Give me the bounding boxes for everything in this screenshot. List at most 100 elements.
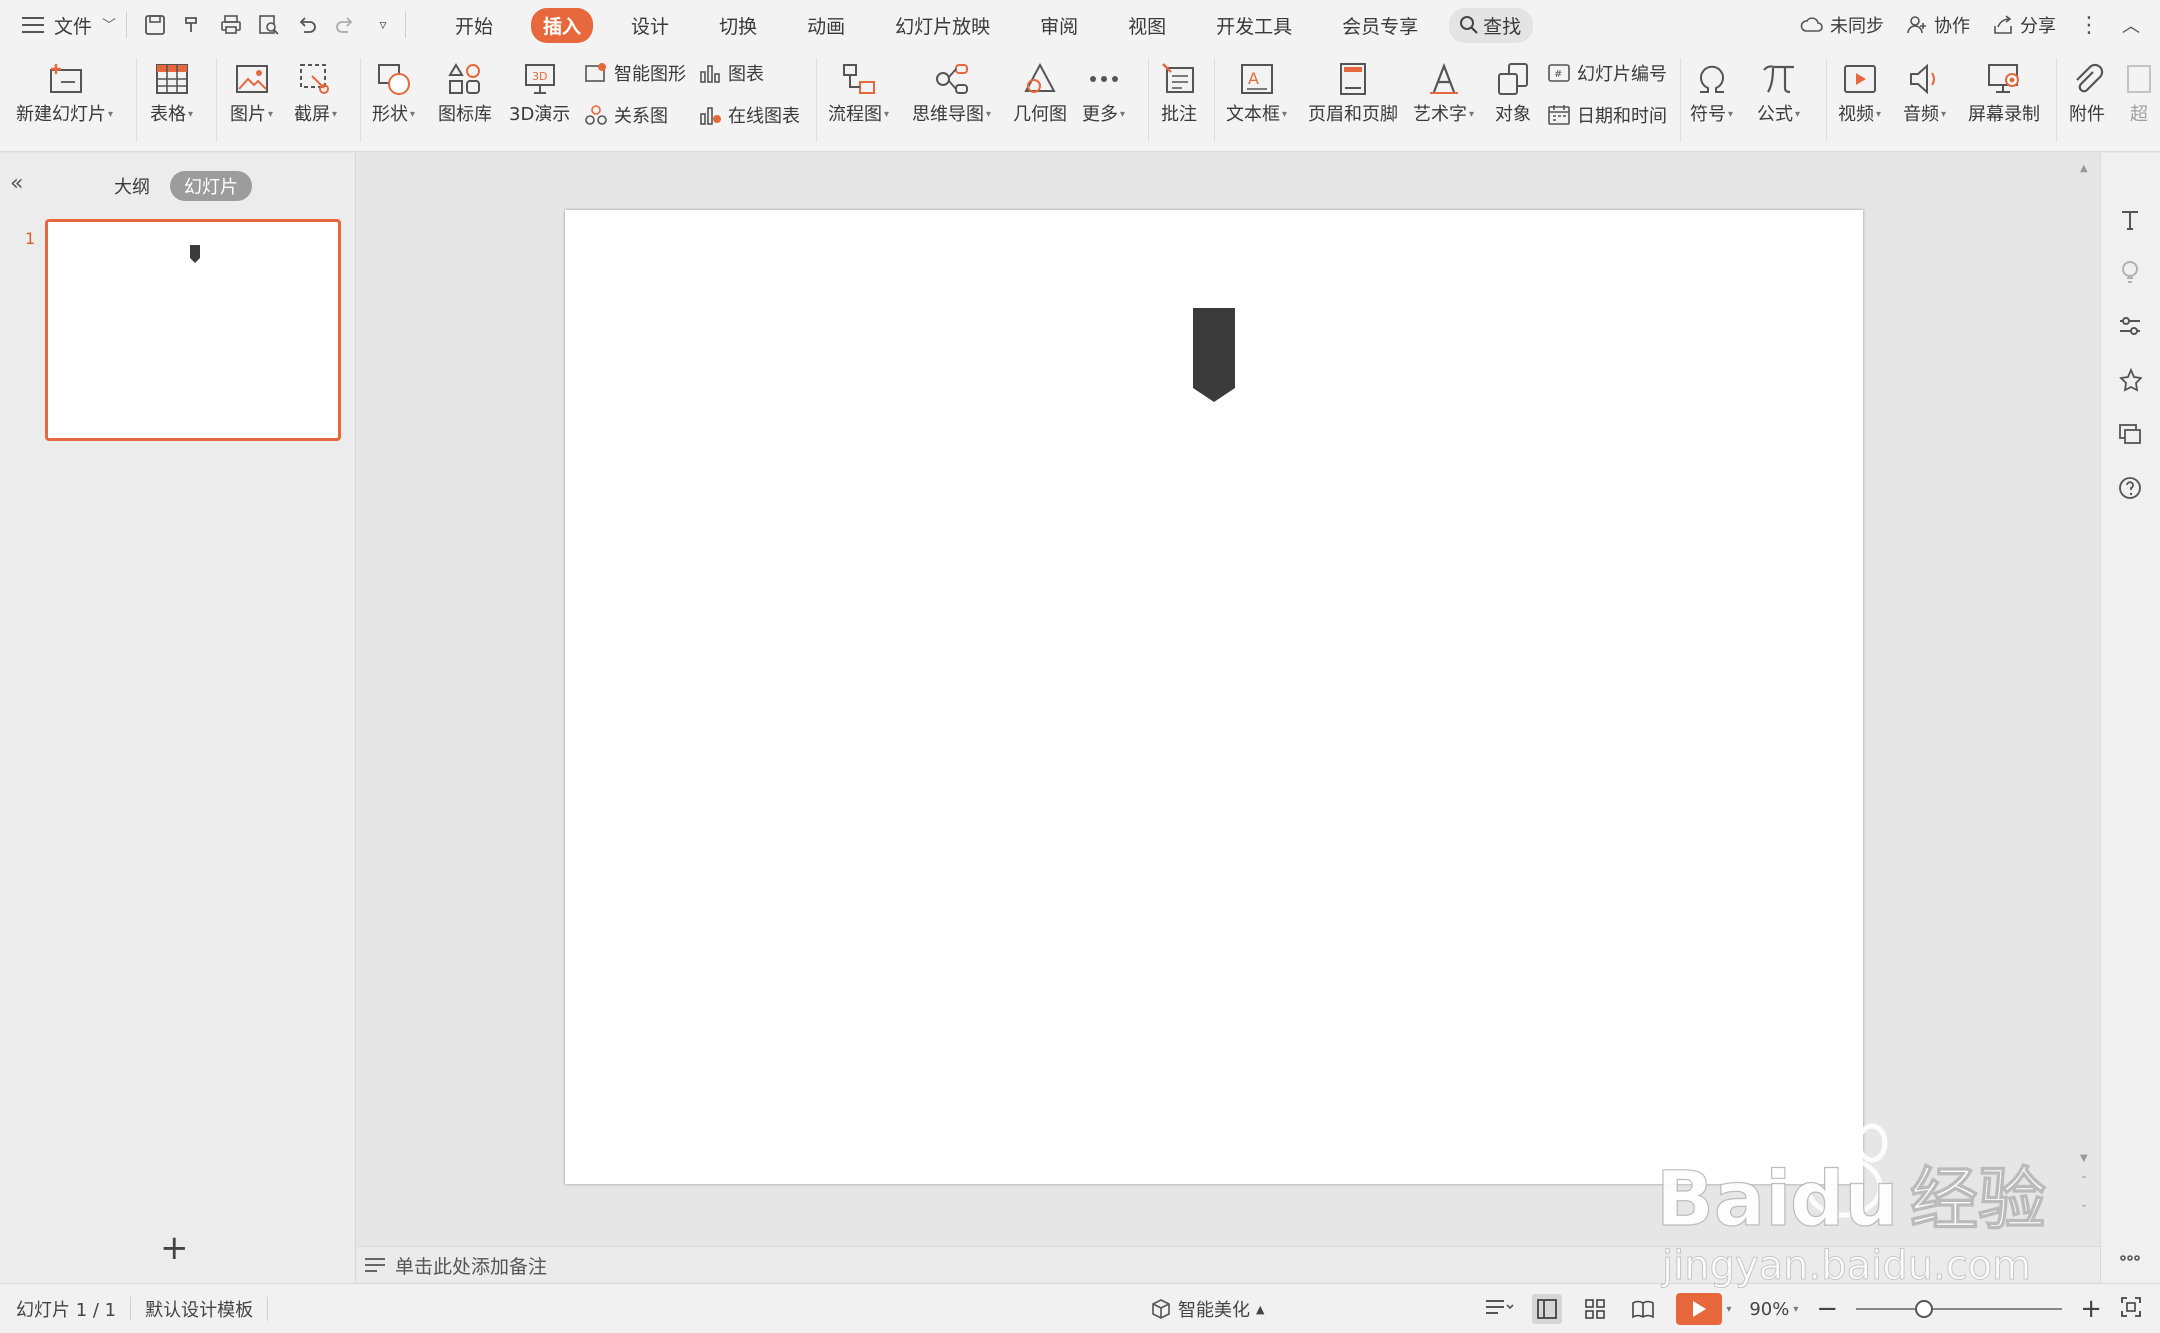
attachment-button[interactable]: 附件 xyxy=(2068,50,2106,126)
add-slide-button[interactable]: + xyxy=(160,1231,189,1265)
slide-thumbnail-number: 1 xyxy=(25,229,36,248)
search-box[interactable]: 查找 xyxy=(1449,7,1534,43)
slide-page[interactable] xyxy=(565,210,1863,1184)
zoom-in-icon[interactable]: + xyxy=(2080,1296,2102,1322)
tab-slides[interactable]: 幻灯片 xyxy=(170,171,252,201)
geometry-icon xyxy=(1021,60,1059,98)
header-footer-icon xyxy=(1334,60,1372,98)
notes-bar[interactable]: 单击此处添加备注 xyxy=(357,1246,2100,1283)
play-slideshow-button[interactable] xyxy=(1676,1293,1723,1325)
icon-library-button[interactable]: 图标库 xyxy=(438,50,492,126)
tab-design[interactable]: 设计 xyxy=(619,8,681,43)
previous-slide-icon[interactable]: ⌃ xyxy=(2080,1175,2088,1186)
screenshot-button[interactable]: 截屏 ▾ xyxy=(294,50,337,126)
picture-button[interactable]: 图片 ▾ xyxy=(230,50,273,126)
vertical-scrollbar[interactable]: ▲ ▼ ⌃ ⌄ xyxy=(2072,153,2100,1246)
audio-button[interactable]: 音频 ▾ xyxy=(1903,50,1946,126)
print-preview-icon[interactable] xyxy=(257,13,281,37)
format-painter-icon[interactable] xyxy=(181,13,205,37)
scroll-down-icon[interactable]: ▼ xyxy=(2080,1153,2088,1164)
table-button[interactable]: 表格 ▾ xyxy=(150,50,193,126)
relation-chart-icon xyxy=(585,105,607,125)
tab-home[interactable]: 开始 xyxy=(443,8,505,43)
smart-graphic-button[interactable]: 智能图形 xyxy=(584,60,686,86)
slide-transition-icon[interactable] xyxy=(2115,419,2145,449)
chart-button[interactable]: 图表 xyxy=(698,60,764,86)
print-icon[interactable] xyxy=(219,13,243,37)
tab-insert[interactable]: 插入 xyxy=(531,7,594,43)
next-slide-icon[interactable]: ⌄ xyxy=(2080,1199,2088,1210)
lightbulb-icon[interactable] xyxy=(2115,257,2145,287)
formula-button[interactable]: 公式 ▾ xyxy=(1757,50,1800,126)
online-chart-button[interactable]: 在线图表 xyxy=(698,102,800,128)
bookmark-shape[interactable] xyxy=(1193,308,1235,402)
new-slide-button[interactable]: 新建幻灯片 ▾ xyxy=(16,50,113,126)
divider xyxy=(2056,58,2057,142)
save-icon[interactable] xyxy=(143,13,167,37)
more-tools-icon[interactable] xyxy=(2115,1243,2145,1273)
sync-status[interactable]: 未同步 xyxy=(1800,12,1884,38)
redo-icon[interactable] xyxy=(333,13,357,37)
smart-beautify-button[interactable]: 智能美化 ▲ xyxy=(1150,1284,1264,1333)
zoom-slider[interactable] xyxy=(1856,1300,2063,1318)
flowchart-button[interactable]: 流程图 ▾ xyxy=(828,50,889,126)
relation-chart-button[interactable]: 关系图 xyxy=(584,102,668,128)
tab-membership[interactable]: 会员专享 xyxy=(1330,8,1430,43)
help-icon[interactable] xyxy=(2115,473,2145,503)
zoom-level-dropdown[interactable]: 90% ▾ xyxy=(1749,1299,1798,1320)
divider xyxy=(1826,58,1827,142)
overflow-button[interactable]: 超 xyxy=(2124,50,2154,126)
tab-outline[interactable]: 大纲 xyxy=(100,171,164,201)
symbol-label: 符号 xyxy=(1690,104,1726,125)
date-time-button[interactable]: 日期和时间 xyxy=(1547,102,1667,128)
tab-slideshow[interactable]: 幻灯片放映 xyxy=(883,8,1002,43)
collapse-ribbon-icon[interactable]: ︿ xyxy=(2122,12,2140,38)
object-button[interactable]: 对象 xyxy=(1494,50,1532,126)
tab-animations[interactable]: 动画 xyxy=(795,8,857,43)
fit-to-window-icon[interactable] xyxy=(2120,1296,2142,1323)
more-options-icon[interactable]: ⋮ xyxy=(2078,13,2100,38)
geometry-button[interactable]: 几何图 xyxy=(1013,50,1067,126)
comment-button[interactable]: 批注 xyxy=(1160,50,1198,126)
3d-demo-label: 3D演示 xyxy=(509,104,571,125)
collapse-panel-icon[interactable]: « xyxy=(10,171,23,196)
tab-transitions[interactable]: 切换 xyxy=(707,8,769,43)
file-menu[interactable]: 文件 ﹀ xyxy=(22,12,116,39)
normal-view-icon[interactable] xyxy=(1532,1294,1563,1324)
symbol-button[interactable]: 符号 ▾ xyxy=(1690,50,1733,126)
wordart-button[interactable]: 艺术字 ▾ xyxy=(1413,50,1474,126)
svg-text:#: # xyxy=(1554,69,1562,80)
tab-view[interactable]: 视图 xyxy=(1116,8,1178,43)
video-button[interactable]: 视频 ▾ xyxy=(1838,50,1881,126)
scroll-up-icon[interactable]: ▲ xyxy=(2080,163,2088,174)
undo-icon[interactable] xyxy=(295,13,319,37)
play-icon xyxy=(1693,1301,1707,1317)
slide-thumbnail[interactable] xyxy=(45,219,341,441)
text-format-icon[interactable] xyxy=(2115,205,2145,235)
mindmap-button[interactable]: 思维导图 ▾ xyxy=(912,50,991,126)
share-button[interactable]: 分享 xyxy=(1992,12,2056,38)
customize-toolbar-icon[interactable]: ▿ xyxy=(371,13,395,37)
calendar-icon xyxy=(1548,105,1570,125)
adjust-settings-icon[interactable] xyxy=(2115,311,2145,341)
shape-icon xyxy=(375,60,413,98)
zoom-out-icon[interactable]: − xyxy=(1816,1296,1838,1322)
slide-number-button[interactable]: # 幻灯片编号 xyxy=(1547,60,1667,86)
design-template-label[interactable]: 默认设计模板 xyxy=(145,1296,253,1322)
header-footer-button[interactable]: 页眉和页脚 xyxy=(1308,50,1398,126)
collaborate-button[interactable]: 协作 xyxy=(1906,12,1970,38)
shape-button[interactable]: 形状 ▾ xyxy=(372,50,415,126)
animation-star-icon[interactable] xyxy=(2115,365,2145,395)
textbox-button[interactable]: A 文本框 ▾ xyxy=(1226,50,1287,126)
reading-view-icon[interactable] xyxy=(1628,1294,1658,1324)
notes-toggle-icon[interactable] xyxy=(1484,1296,1514,1323)
play-options-icon[interactable]: ▾ xyxy=(1726,1304,1731,1315)
more-button[interactable]: 更多 ▾ xyxy=(1082,50,1125,126)
object-icon xyxy=(1494,60,1532,98)
screen-record-button[interactable]: 屏幕录制 xyxy=(1968,50,2040,126)
slide-sorter-icon[interactable] xyxy=(1580,1294,1610,1324)
tab-developer[interactable]: 开发工具 xyxy=(1204,8,1304,43)
zoom-slider-handle[interactable] xyxy=(1915,1300,1934,1318)
3d-demo-button[interactable]: 3D 3D演示 xyxy=(509,50,570,126)
tab-review[interactable]: 审阅 xyxy=(1028,8,1090,43)
